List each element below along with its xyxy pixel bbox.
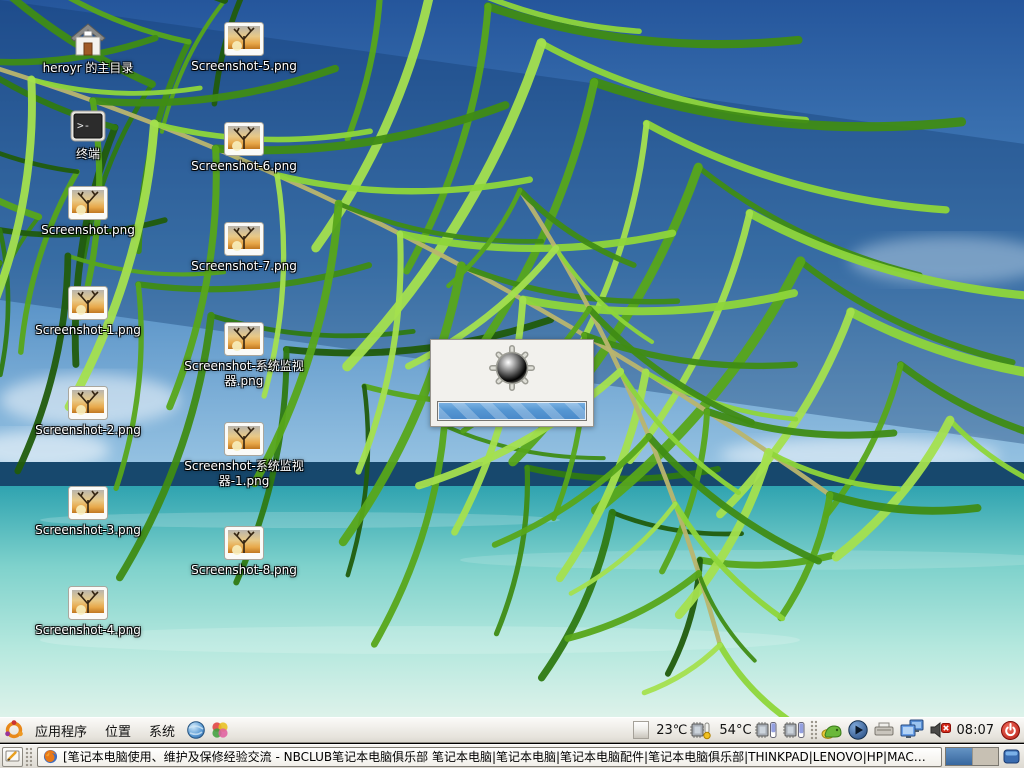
web-browser-globe-icon [186,720,206,740]
window-list-taskbar: [笔记本电脑使用、维护及保修经验交流 - NBCLUB笔记本电脑俱乐部 笔记本电… [0,744,1024,768]
desktop-icon-label: Screenshot-8.png [178,563,310,578]
svg-text:>-: >- [77,119,90,132]
firefox-icon [43,749,58,764]
level-gauge-applet[interactable] [633,721,649,739]
menu-applications-label: 应用程序 [35,721,87,740]
play-button-icon [847,719,869,741]
menu-system[interactable]: 系统 [140,718,184,742]
shutdown-button[interactable] [1000,718,1021,742]
desktop-icon-screenshot-7[interactable]: Screenshot-7.png [178,222,310,274]
desktop-icon-screenshot-8[interactable]: Screenshot-8.png [178,526,310,578]
taskbar-drag-handle[interactable] [25,747,32,767]
network-monitor-applet[interactable] [899,718,925,742]
gnome-panel: 应用程序 位置 系统 23℃ [0,717,1024,743]
desktop-icon-label: Screenshot-6.png [178,159,310,174]
desktop-icon-label: Screenshot-7.png [178,259,310,274]
workspace-switcher [945,747,999,766]
desktop-icon-label: Screenshot-4.png [22,623,154,638]
image-file-icon [22,186,154,220]
chip-thermometer-icon [689,720,713,740]
progress-fill [439,403,585,419]
muted-speaker-icon [929,720,953,740]
desktop-icon-label: Screenshot.png [22,223,154,238]
desktop-icon-label: Screenshot-3.png [22,523,154,538]
green-tray-applet[interactable] [821,718,843,742]
terminal-icon: >- [22,108,154,144]
colorful-app-icon [210,720,230,740]
volume-applet[interactable] [929,718,953,742]
panel-drag-handle[interactable] [810,720,817,740]
desktop-icon-screenshot-5[interactable]: Screenshot-5.png [178,22,310,74]
task-window-title: [笔记本电脑使用、维护及保修经验交流 - NBCLUB笔记本电脑俱乐部 笔记本电… [63,748,926,765]
desktop: heroyr 的主目录 >- 终端 Screenshot.png Screens… [0,0,1024,717]
image-file-icon [178,222,310,256]
printer-icon [873,721,895,739]
image-file-icon [178,22,310,56]
desktop-icon-label: Screenshot-1.png [22,323,154,338]
image-file-icon [178,422,310,456]
mine-icon [484,344,540,398]
printer-tray-applet[interactable] [873,718,895,742]
menu-places-label: 位置 [105,721,131,740]
image-file-icon [178,122,310,156]
temperature-value: 23℃ [656,723,687,738]
colorful-app-launcher[interactable] [208,718,232,742]
desktop-icon-screenshot-2[interactable]: Screenshot-2.png [22,386,154,438]
desktop-icon-screenshot-3[interactable]: Screenshot-3.png [22,486,154,538]
desktop-icon-screenshot-sysmon-1[interactable]: Screenshot-系统监视器-1.png [178,422,310,489]
blue-window-applet-icon [1003,748,1020,765]
clock-applet[interactable]: 08:07 [957,718,994,742]
desktop-icon-label: 终端 [22,147,154,162]
desktop-icon-label: heroyr 的主目录 [22,61,154,76]
green-creature-icon [821,720,843,740]
main-menu-button[interactable] [2,718,26,742]
sensor-temp-applet-1[interactable]: 23℃ [654,718,713,742]
image-file-icon [178,526,310,560]
menu-system-label: 系统 [149,721,175,740]
player-tray-applet[interactable] [847,718,869,742]
desktop-icon-label: Screenshot-2.png [22,423,154,438]
desktop-icon-home[interactable]: heroyr 的主目录 [22,22,154,76]
task-button-firefox[interactable]: [笔记本电脑使用、维护及保修经验交流 - NBCLUB笔记本电脑俱乐部 笔记本电… [37,747,942,767]
menu-places[interactable]: 位置 [96,718,140,742]
image-file-icon [22,486,154,520]
menu-applications[interactable]: 应用程序 [26,718,96,742]
distro-logo-icon [3,719,25,741]
desktop-icon-screenshot-sysmon[interactable]: Screenshot-系统监视器.png [178,322,310,389]
image-file-icon [22,586,154,620]
image-file-icon [22,386,154,420]
show-desktop-button[interactable] [2,747,23,767]
dual-monitors-icon [899,719,925,741]
sensor-temp-applet-2[interactable]: 54°C [717,718,777,742]
mines-splash-dialog [430,339,594,427]
chip-gauge-icon [782,720,806,740]
desktop-icon-screenshot[interactable]: Screenshot.png [22,186,154,238]
desktop-icon-terminal[interactable]: >- 终端 [22,108,154,162]
home-folder-icon [22,22,154,58]
show-desktop-icon [5,749,20,764]
temperature-value: 54°C [719,723,751,738]
image-file-icon [178,322,310,356]
splash-progress-bar [437,401,587,421]
desktop-icon-label: Screenshot-5.png [178,59,310,74]
desktop-icon-screenshot-1[interactable]: Screenshot-1.png [22,286,154,338]
clock-time: 08:07 [957,723,994,738]
desktop-icon-screenshot-4[interactable]: Screenshot-4.png [22,586,154,638]
power-button-icon [1000,720,1021,741]
image-file-icon [22,286,154,320]
browser-launcher[interactable] [184,718,208,742]
desktop-icon-label: Screenshot-系统监视器.png [178,359,310,389]
desktop-icon-screenshot-6[interactable]: Screenshot-6.png [178,122,310,174]
desktop-icon-label: Screenshot-系统监视器-1.png [178,459,310,489]
workspace-2[interactable] [972,748,998,765]
corner-applet[interactable] [1003,748,1020,765]
sensor-gauge-applet-3[interactable] [782,718,806,742]
chip-gauge-icon [754,720,778,740]
workspace-1[interactable] [946,748,972,765]
